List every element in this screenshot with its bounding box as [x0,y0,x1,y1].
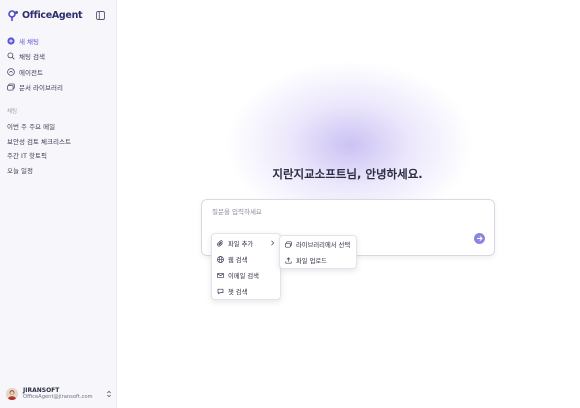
chevron-right-icon [270,240,275,246]
library-icon [7,83,15,91]
recent-chat-item[interactable]: 주간 IT 핫토픽 [0,148,117,163]
menu-item-label: 이메일 검색 [228,272,259,280]
menu-item-email-search[interactable]: 이메일 검색 [212,267,280,283]
user-email: OfficeAgent@jiransoft.com [23,394,93,400]
greeting-title: 지란지교소프트님, 안녕하세요. [272,167,423,181]
sidebar-item-label: 새 채팅 [19,37,40,46]
recent-chat-item[interactable]: 오늘 일정 [0,163,117,178]
sidebar-item-label: 채팅 검색 [19,53,45,61]
avatar [6,388,18,400]
add-file-submenu: 라이브러리에서 선택 파일 업로드 [279,235,357,269]
sidebar-item-label: 문서 라이브러리 [19,84,63,92]
upload-icon [285,256,292,264]
submenu-item-select-from-library[interactable]: 라이브러리에서 선택 [280,236,356,252]
sidebar-toggle-icon [96,11,105,20]
paperclip-icon [217,239,224,247]
chat-section-label: 채팅 [7,109,18,115]
menu-item-web-search[interactable]: 웹 검색 [212,251,280,267]
sidebar-item-library[interactable]: 문서 라이브러리 [0,80,117,95]
library-icon [285,240,292,248]
menu-item-chat-search[interactable]: 챗 검색 [212,283,280,299]
mail-icon [217,272,224,279]
sidebar-item-agent[interactable]: 에이전트 [0,64,117,79]
brand-logo-icon [8,9,19,21]
recent-chat-item[interactable]: 이번 주 주요 메일 [0,119,117,134]
sidebar-collapse-button[interactable] [95,10,106,21]
user-name: JIRANSOFT [23,387,60,394]
chevron-up-down-icon [106,390,112,398]
sidebar-item-new-chat[interactable]: 새 채팅 [0,33,117,48]
menu-item-label: 챗 검색 [228,288,248,296]
plus-circle-icon [7,36,15,45]
menu-item-label: 파일 업로드 [296,257,327,265]
globe-icon [217,255,224,263]
app-window: OfficeAgent 새 채팅 채팅 검색 에이전트 문서 라이브러리 채팅 … [0,0,580,408]
send-button[interactable] [474,233,485,244]
menu-item-label: 웹 검색 [228,256,248,264]
menu-item-add-file[interactable]: 파일 추가 [212,235,280,251]
sidebar-item-label: 에이전트 [19,68,43,77]
brand-name: OfficeAgent [22,9,83,21]
sidebar-item-chat-search[interactable]: 채팅 검색 [0,49,117,64]
menu-item-label: 라이브러리에서 선택 [296,241,351,249]
menu-item-label: 파일 추가 [228,240,254,248]
recent-chat-list: 이번 주 주요 메일 보안성 검토 체크리스트 주간 IT 핫토픽 오늘 일정 [0,119,117,177]
agent-icon [7,67,15,76]
user-profile-button[interactable]: JIRANSOFT OfficeAgent@jiransoft.com [6,385,112,403]
sidebar-nav: 새 채팅 채팅 검색 에이전트 문서 라이브러리 [0,33,117,95]
sidebar: OfficeAgent 새 채팅 채팅 검색 에이전트 문서 라이브러리 채팅 … [0,0,117,408]
chat-input[interactable] [212,208,462,216]
recent-chat-item[interactable]: 보안성 검토 체크리스트 [0,134,117,149]
arrow-right-icon [477,235,483,242]
attachment-menu: 파일 추가 웹 검색 이메일 검색 챗 검색 [211,233,281,300]
chat-icon [217,288,224,295]
brand[interactable]: OfficeAgent [8,8,83,22]
search-icon [7,52,15,60]
submenu-item-file-upload[interactable]: 파일 업로드 [280,252,356,268]
